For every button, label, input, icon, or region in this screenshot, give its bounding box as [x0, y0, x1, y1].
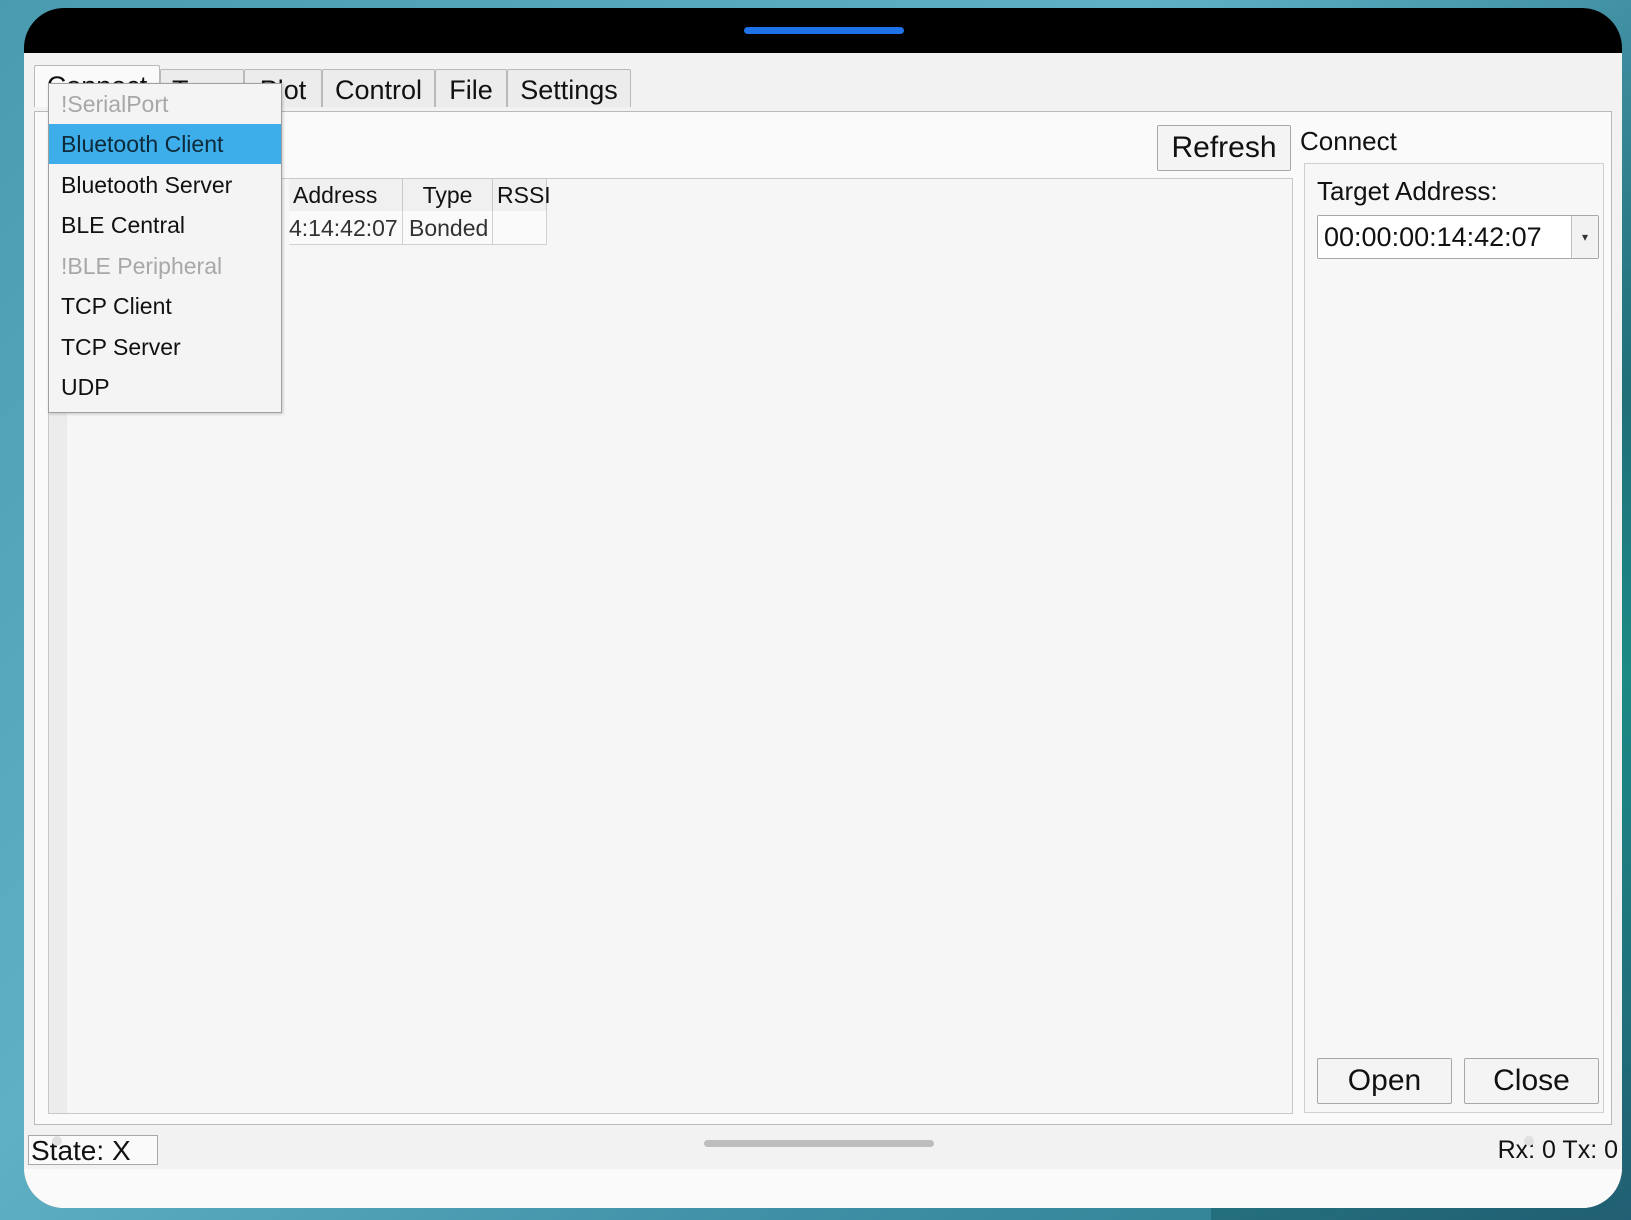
- tablet-frame: Connect Term Plot Control File Settings …: [24, 8, 1622, 1208]
- column-header-address[interactable]: Address: [289, 179, 403, 211]
- cell-type[interactable]: Bonded: [403, 211, 493, 245]
- target-address-value[interactable]: 00:00:00:14:42:07: [1324, 216, 1542, 258]
- refresh-button[interactable]: Refresh: [1157, 125, 1291, 171]
- app-window: Connect Term Plot Control File Settings …: [24, 53, 1622, 1208]
- tab-control[interactable]: Control: [322, 69, 435, 107]
- dropdown-item-bluetooth-server[interactable]: Bluetooth Server: [49, 165, 281, 205]
- column-header-type[interactable]: Type: [403, 179, 493, 211]
- dropdown-item-tcp-server[interactable]: TCP Server: [49, 327, 281, 367]
- cell-rssi[interactable]: [493, 211, 547, 245]
- state-indicator: State: X: [28, 1135, 158, 1166]
- dropdown-item-udp[interactable]: UDP: [49, 367, 281, 407]
- corner-dot-left: [52, 1136, 62, 1146]
- connect-group-title: Connect: [1300, 126, 1397, 156]
- status-indicator-pill: [744, 27, 904, 34]
- connection-type-dropdown[interactable]: !SerialPort Bluetooth Client Bluetooth S…: [48, 83, 282, 413]
- column-header-rssi[interactable]: RSSI: [493, 179, 551, 211]
- tab-settings[interactable]: Settings: [507, 69, 631, 107]
- dropdown-item-serialport: !SerialPort: [61, 91, 169, 117]
- target-address-label: Target Address:: [1317, 176, 1498, 206]
- target-address-combo[interactable]: 00:00:00:14:42:07 ▾: [1317, 215, 1599, 259]
- chevron-down-icon[interactable]: ▾: [1571, 216, 1598, 258]
- navigation-bar: [24, 1169, 1622, 1208]
- dropdown-item-ble-central[interactable]: BLE Central: [49, 205, 281, 245]
- corner-dot-right: [1524, 1136, 1534, 1146]
- cell-address[interactable]: 4:14:42:07: [289, 211, 403, 245]
- home-indicator[interactable]: [704, 1140, 934, 1147]
- open-button[interactable]: Open: [1317, 1058, 1452, 1104]
- connect-group: Target Address: 00:00:00:14:42:07 ▾ Open…: [1304, 163, 1604, 1113]
- dropdown-item-tcp-client[interactable]: TCP Client: [49, 286, 281, 326]
- dropdown-item-bluetooth-client[interactable]: Bluetooth Client: [49, 124, 281, 164]
- dropdown-item-ble-peripheral: !BLE Peripheral: [61, 253, 223, 279]
- close-button[interactable]: Close: [1464, 1058, 1599, 1104]
- rx-tx-counter: Rx: 0 Tx: 0: [1497, 1136, 1618, 1164]
- tab-file[interactable]: File: [435, 69, 507, 107]
